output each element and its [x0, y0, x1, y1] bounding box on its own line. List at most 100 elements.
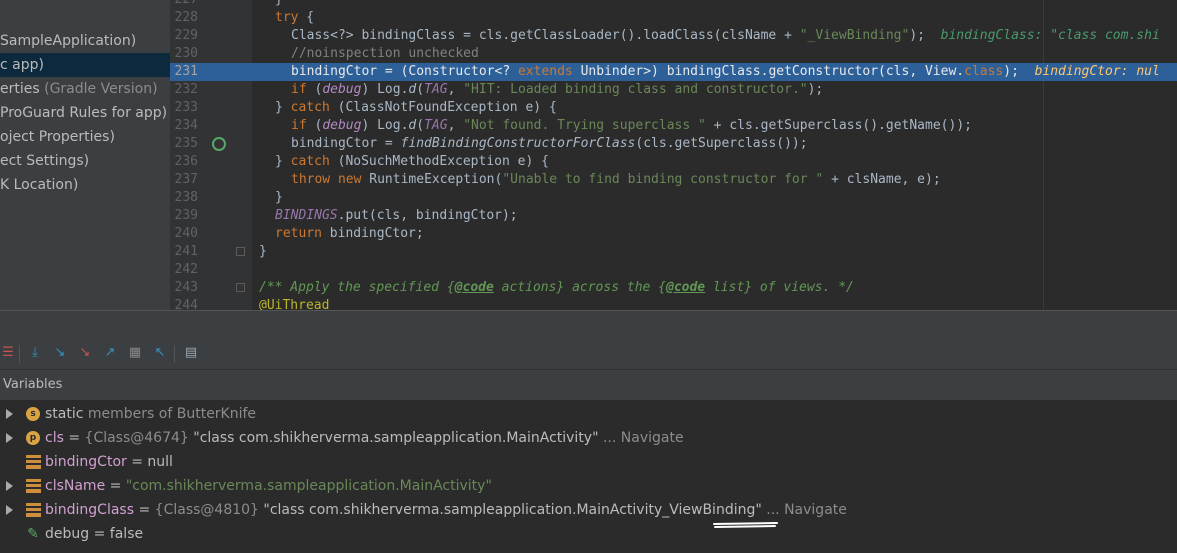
- code-line[interactable]: 241}: [170, 243, 1177, 261]
- code-line[interactable]: 228 try {: [170, 9, 1177, 27]
- static-icon: s: [26, 407, 40, 421]
- code-line[interactable]: 230 //noinspection unchecked: [170, 45, 1177, 63]
- line-number: 227: [170, 0, 198, 9]
- project-tree-item-label: K Location): [0, 177, 79, 193]
- line-number: 229: [174, 28, 198, 43]
- code-line[interactable]: 238}: [170, 189, 1177, 207]
- line-number: 230: [174, 46, 198, 61]
- step-into-icon[interactable]: ↘: [52, 345, 68, 361]
- code-line[interactable]: 229 Class<?> bindingClass = cls.getClassL…: [170, 27, 1177, 45]
- variable-row[interactable]: bindingCtor = null: [0, 450, 1177, 474]
- variable-row[interactable]: bindingClass = {Class@4810} "class com.s…: [0, 498, 1177, 522]
- code-line[interactable]: 232 if (debug) Log.d(TAG, "HIT: Loaded bi…: [170, 81, 1177, 99]
- code-line[interactable]: 239 BINDINGS.put(cls, bindingCtor);: [170, 207, 1177, 225]
- expand-arrow-icon[interactable]: [6, 481, 13, 491]
- expand-arrow-icon[interactable]: [6, 409, 13, 419]
- project-tree-item-label: SampleApplication): [0, 33, 137, 49]
- force-step-into-icon[interactable]: ↘: [77, 345, 93, 361]
- variable-value: "class com.shikherverma.sampleapplicatio…: [188, 430, 599, 446]
- line-number: 228: [174, 10, 198, 25]
- variable-row[interactable]: s static members of ButterKnife: [0, 402, 1177, 426]
- variable-value: members of ButterKnife: [83, 406, 257, 422]
- code-text: } catch (ClassNotFoundException e) {: [275, 100, 557, 115]
- variable-row[interactable]: clsName = "com.shikherverma.sampleapplic…: [0, 474, 1177, 498]
- field-icon: [26, 455, 41, 469]
- variables-tree: s static members of ButterKnife p cls = …: [0, 401, 1177, 553]
- line-number: 235: [174, 136, 198, 151]
- watch-icon: ✎: [27, 526, 39, 542]
- variable-object-id: {Class@4674}: [84, 430, 189, 446]
- project-tree-item-label: erties: [0, 81, 40, 97]
- code-text: bindingCtor = findBindingConstructorForC…: [291, 136, 808, 151]
- evaluate-expression-icon[interactable]: ▤: [183, 345, 199, 361]
- code-text: throw new RuntimeException("Unable to fi…: [291, 172, 941, 187]
- project-tree-item[interactable]: ect Settings): [0, 149, 89, 173]
- code-line[interactable]: 240 return bindingCtor;: [170, 225, 1177, 243]
- code-text: }: [275, 190, 283, 205]
- variable-name: clsName: [45, 478, 106, 494]
- code-text: if (debug) Log.d(TAG, "HIT: Loaded bindi…: [291, 82, 824, 97]
- expand-arrow-icon[interactable]: [6, 505, 13, 515]
- toolbar-separator: [19, 345, 20, 363]
- current-execution-line[interactable]: 231 bindingCtor = (Constructor<? extends …: [170, 63, 1177, 81]
- line-number: 244: [174, 298, 198, 310]
- code-line[interactable]: 237 throw new RuntimeException("Unable to…: [170, 171, 1177, 189]
- project-tree-item[interactable]: SampleApplication): [0, 29, 136, 53]
- variable-name: cls: [45, 430, 64, 446]
- show-execution-point-icon[interactable]: ☰: [0, 345, 16, 361]
- project-tree-item-label: oject Properties): [0, 129, 115, 145]
- project-tree-item[interactable]: erties (Gradle Version): [0, 77, 158, 101]
- variable-object-id: {Class@4810}: [154, 502, 259, 518]
- navigate-link[interactable]: Navigate: [784, 502, 847, 518]
- variable-value: "class com.shikherverma.sampleapplicatio…: [258, 502, 762, 518]
- code-line[interactable]: 227}: [170, 0, 1177, 9]
- fold-marker-icon[interactable]: [236, 283, 245, 292]
- code-line[interactable]: 243 /** Apply the specified {@code action…: [170, 279, 1177, 297]
- code-text: try {: [275, 10, 315, 25]
- inline-debug-value: bindingCtor: nul: [1034, 64, 1160, 79]
- field-icon: [26, 479, 41, 493]
- navigate-link[interactable]: Navigate: [621, 430, 684, 446]
- recursive-call-icon[interactable]: [212, 137, 226, 151]
- variable-row[interactable]: p cls = {Class@4674} "class com.shikherv…: [0, 426, 1177, 450]
- variable-name: bindingClass: [45, 502, 135, 518]
- expand-arrow-icon[interactable]: [6, 433, 13, 443]
- code-text: Class<?> bindingClass = cls.getClassLoad…: [291, 28, 1160, 43]
- project-tree-item[interactable]: K Location): [0, 173, 78, 197]
- code-line[interactable]: 236 } catch (NoSuchMethodException e) {: [170, 153, 1177, 171]
- line-number: 241: [174, 244, 198, 259]
- field-icon: [26, 503, 41, 517]
- code-line[interactable]: 244 @UiThread: [170, 297, 1177, 310]
- project-tree-item-selected[interactable]: c app): [0, 53, 170, 77]
- step-over-icon[interactable]: ⤓: [27, 345, 43, 361]
- line-number: 238: [174, 190, 198, 205]
- line-number: 234: [174, 118, 198, 133]
- project-tree-item[interactable]: oject Properties): [0, 125, 115, 149]
- variable-row[interactable]: ✎ debug = false: [0, 522, 1177, 546]
- line-number: 231: [174, 64, 198, 79]
- debug-toolbar: ☰ ⤓ ↘ ↘ ↗ ▦ ↖ ▤: [0, 339, 1177, 370]
- run-to-cursor-icon[interactable]: ↖: [152, 345, 168, 361]
- code-text: if (debug) Log.d(TAG, "Not found. Trying…: [291, 118, 972, 133]
- code-text: } catch (NoSuchMethodException e) {: [275, 154, 549, 169]
- code-line[interactable]: 233} catch (ClassNotFoundException e) {: [170, 99, 1177, 117]
- line-number: 237: [174, 172, 198, 187]
- code-text: }: [259, 244, 267, 259]
- project-panel: SampleApplication) c app) erties (Gradle…: [0, 0, 170, 310]
- variables-header: Variables: [0, 370, 1177, 401]
- step-out-icon[interactable]: ↗: [102, 345, 118, 361]
- code-line[interactable]: 242: [170, 261, 1177, 279]
- toolbar-separator: [174, 345, 175, 363]
- code-annotation: @UiThread: [259, 298, 330, 310]
- line-number: 240: [174, 226, 198, 241]
- project-tree-item[interactable]: ProGuard Rules for app): [0, 101, 167, 125]
- fold-marker-icon[interactable]: [236, 247, 245, 256]
- project-tree-item-label: ProGuard Rules for app): [0, 105, 168, 121]
- code-line[interactable]: 234 if (debug) Log.d(TAG, "Not found. Try…: [170, 117, 1177, 135]
- code-line[interactable]: 235 bindingCtor = findBindingConstructorF…: [170, 135, 1177, 153]
- project-tree-item-label: ect Settings): [0, 153, 90, 169]
- drop-frame-icon[interactable]: ▦: [127, 345, 143, 361]
- line-number: 236: [174, 154, 198, 169]
- variable-name: debug: [45, 526, 90, 542]
- code-text: BINDINGS.put(cls, bindingCtor);: [275, 208, 518, 223]
